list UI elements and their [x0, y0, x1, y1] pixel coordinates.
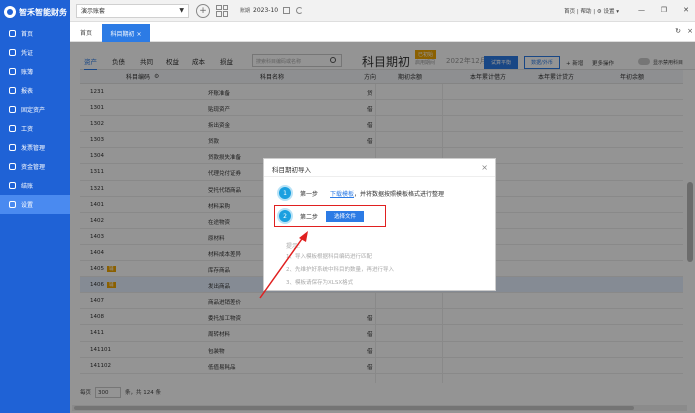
nav-icon	[9, 163, 16, 170]
sidebar-item-label: 报表	[21, 88, 34, 95]
nav-icon	[9, 87, 16, 94]
sidebar: 智禾智能财务 首页凭证账簿报表固定资产工资发票管理资金管理结账设置	[0, 0, 70, 413]
close-icon[interactable]: ×	[481, 163, 488, 172]
step1-label: 第一步	[300, 190, 319, 198]
sidebar-item[interactable]: 首页	[0, 24, 70, 43]
sidebar-item[interactable]: 结账	[0, 176, 70, 195]
nav-icon	[9, 144, 16, 151]
tab-home[interactable]: 首页	[80, 28, 92, 37]
app-logo: 智禾智能财务	[0, 0, 70, 24]
close-tab-icon[interactable]: ×	[687, 27, 693, 35]
sidebar-item-label: 资金管理	[21, 164, 46, 171]
account-select[interactable]: 演示账套 ▼	[76, 3, 189, 18]
period-value[interactable]: 2023-10	[253, 7, 278, 14]
sidebar-item[interactable]: 账簿	[0, 62, 70, 81]
reload-icon[interactable]: ↻	[675, 27, 681, 35]
sidebar-item[interactable]: 凭证	[0, 43, 70, 62]
apps-grid-icon[interactable]	[216, 4, 228, 17]
sidebar-item[interactable]: 固定资产	[0, 100, 70, 119]
download-template-link[interactable]: 下载模板	[330, 189, 354, 198]
nav-icon	[9, 30, 16, 37]
nav-icon	[9, 106, 16, 113]
step-number-1: 1	[279, 187, 291, 199]
top-links[interactable]: 首页 | 帮助 | ⚙ 设置 ▾	[564, 7, 619, 15]
sidebar-item-label: 设置	[21, 202, 34, 209]
logo-icon	[4, 6, 16, 18]
period-label: 账期	[240, 8, 251, 14]
step1-text: ，并将数据按照模板格式进行整理	[354, 190, 445, 198]
maximize-icon[interactable]: ❐	[661, 6, 667, 14]
add-icon[interactable]: +	[196, 3, 210, 18]
dialog-title: 科目期初导入	[272, 166, 311, 174]
sidebar-item-label: 凭证	[21, 50, 34, 57]
tab-opening-balance[interactable]: 科目期初 ×	[102, 24, 150, 42]
tabbar: 首页 科目期初 × ↻ ×	[70, 22, 695, 42]
sidebar-item-label: 固定资产	[21, 107, 46, 114]
sidebar-item[interactable]: 报表	[0, 81, 70, 100]
sidebar-item[interactable]: 发票管理	[0, 138, 70, 157]
topbar: 演示账套 ▼ + 账期 2023-10 首页 | 帮助 | ⚙ 设置 ▾ — ❐…	[70, 0, 695, 22]
calendar-icon[interactable]	[283, 7, 291, 14]
nav-icon	[9, 201, 16, 208]
account-select-value: 演示账套	[81, 8, 106, 15]
highlight-box	[274, 205, 386, 227]
annotation-arrow	[259, 231, 308, 299]
sidebar-item-label: 发票管理	[21, 145, 46, 152]
sidebar-item[interactable]: 工资	[0, 119, 70, 138]
nav-icon	[9, 68, 16, 75]
sidebar-item[interactable]: 资金管理	[0, 157, 70, 176]
sidebar-item-label: 首页	[21, 31, 34, 38]
dialog-header: 科目期初导入 ×	[264, 159, 495, 177]
close-icon[interactable]: ✕	[683, 6, 689, 14]
nav-icon	[9, 182, 16, 189]
nav-icon	[9, 125, 16, 132]
sidebar-item-label: 账簿	[21, 69, 34, 76]
nav-icon	[9, 49, 16, 56]
step-one: 1 第一步 下载模板 ，并将数据按照模板格式进行整理	[279, 187, 444, 199]
chevron-down-icon: ▼	[179, 7, 184, 14]
minimize-icon[interactable]: —	[638, 6, 645, 14]
logo-text: 智禾智能财务	[19, 7, 67, 17]
sidebar-item-label: 工资	[21, 126, 34, 133]
sidebar-item-label: 结账	[21, 183, 34, 190]
refresh-icon[interactable]	[296, 7, 304, 14]
sidebar-item[interactable]: 设置	[0, 195, 70, 214]
